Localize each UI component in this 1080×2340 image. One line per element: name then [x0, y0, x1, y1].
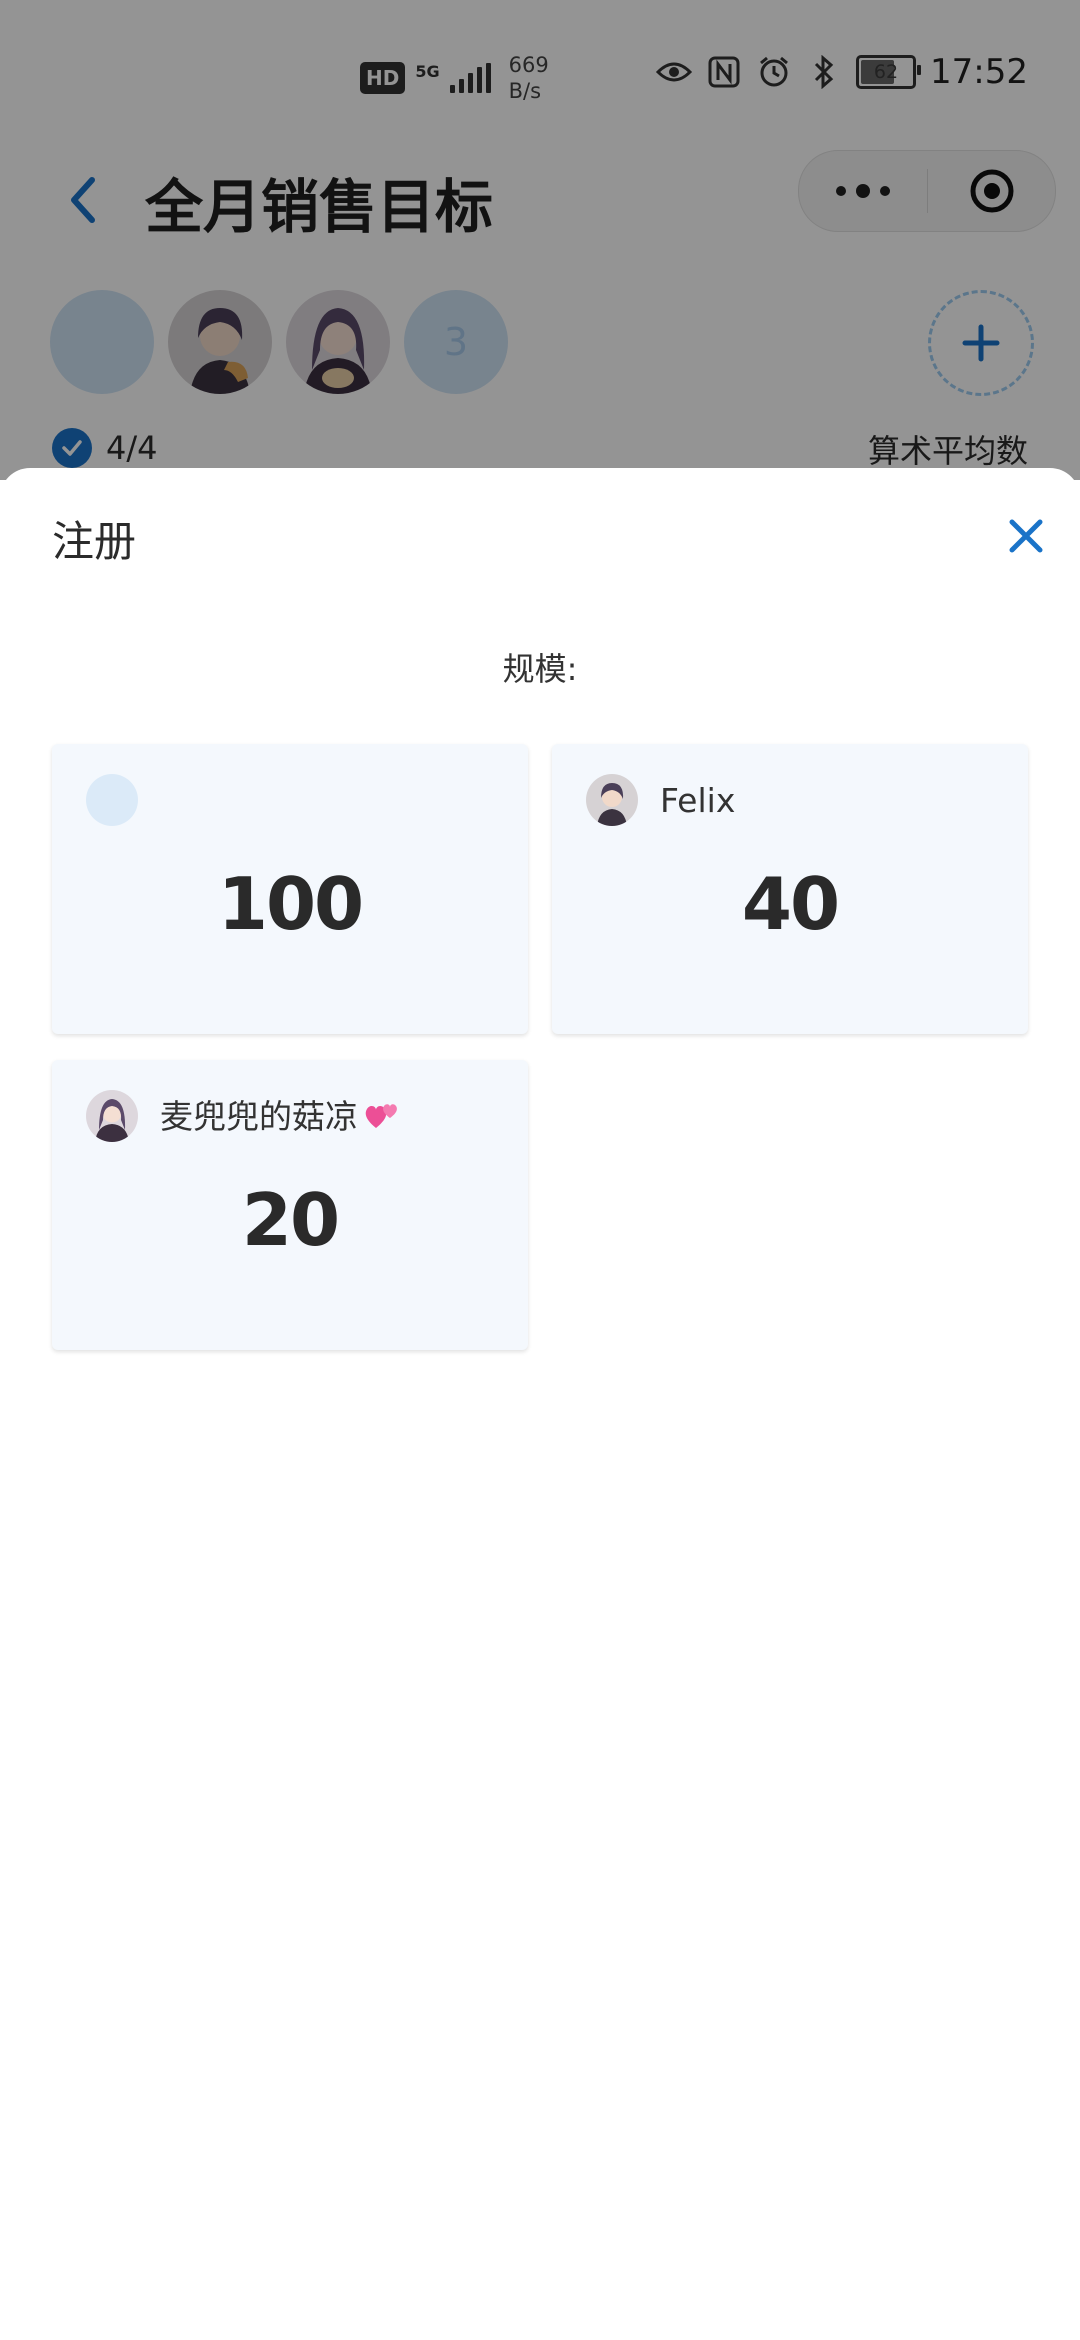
- avatar: [86, 774, 138, 826]
- sheet-title: 注册: [52, 517, 137, 566]
- member-value: 100: [217, 862, 364, 946]
- member-value: 20: [241, 1178, 340, 1262]
- bottom-sheet: 注册 规模: 100 Felix 40 麦兜兜的菇凉 20: [0, 468, 1080, 2340]
- member-name-row: 麦兜兜的菇凉: [160, 1090, 402, 1142]
- member-name: Felix: [660, 780, 736, 820]
- scale-label: 规模:: [502, 650, 578, 688]
- modal-overlay[interactable]: [0, 0, 1080, 480]
- member-value-card[interactable]: 麦兜兜的菇凉 20: [52, 1060, 528, 1350]
- avatar: [86, 1090, 138, 1142]
- member-name: 麦兜兜的菇凉: [160, 1097, 358, 1136]
- avatar: [586, 774, 638, 826]
- card-header: [86, 774, 160, 826]
- member-value-card[interactable]: 100: [52, 744, 528, 1034]
- member-value: 40: [741, 862, 840, 946]
- battery-level: 62: [873, 61, 899, 83]
- card-header: Felix: [586, 774, 735, 826]
- close-icon: [1009, 519, 1043, 553]
- card-header: 麦兜兜的菇凉: [86, 1090, 402, 1142]
- close-button[interactable]: [998, 508, 1054, 564]
- hearts-icon: [362, 1098, 402, 1142]
- member-value-card[interactable]: Felix 40: [552, 744, 1028, 1034]
- background-page: HD 5G 669 B/s 62 17:52 全月销售目标 3 4/4 算术平均…: [0, 0, 1080, 480]
